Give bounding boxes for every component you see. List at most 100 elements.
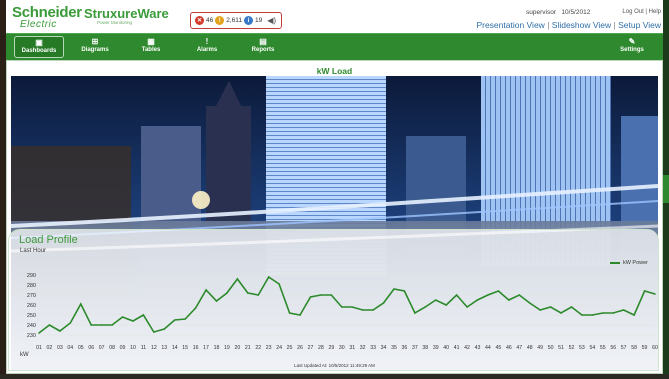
data-point[interactable]: [393, 288, 395, 290]
data-point[interactable]: [424, 306, 427, 308]
last-updated: Last Updated At: 10/5/2012 11:49:29 AM: [294, 363, 375, 368]
data-point[interactable]: [434, 299, 437, 301]
data-point[interactable]: [132, 320, 134, 322]
data-point[interactable]: [38, 332, 40, 334]
data-point[interactable]: [309, 296, 312, 298]
data-point[interactable]: [508, 299, 510, 301]
logout-link[interactable]: Log Out: [622, 9, 643, 15]
data-point[interactable]: [48, 324, 51, 326]
alarm-summary[interactable]: ✕ 46 ! 2,611 i 19 ◀): [190, 12, 282, 29]
data-point[interactable]: [100, 324, 103, 326]
sound-icon[interactable]: ◀): [267, 16, 276, 25]
x-tick-label: 05: [78, 345, 84, 351]
data-point[interactable]: [299, 314, 301, 316]
critical-alarm-icon: ✕: [195, 16, 204, 25]
nav-tables[interactable]: ▦ Tables: [126, 36, 176, 58]
data-point[interactable]: [205, 289, 207, 291]
data-point[interactable]: [372, 309, 374, 311]
data-point[interactable]: [528, 302, 531, 304]
y-tick-label: 280: [27, 283, 36, 289]
nav-dashboards[interactable]: ▣ Dashboards: [14, 36, 64, 58]
data-point[interactable]: [382, 302, 385, 304]
nav-diagrams[interactable]: ⊞ Diagrams: [70, 36, 120, 58]
data-point[interactable]: [278, 283, 280, 285]
data-point[interactable]: [330, 294, 333, 296]
presentation-view-link[interactable]: Presentation View: [476, 20, 544, 30]
data-point[interactable]: [539, 309, 541, 311]
data-point[interactable]: [403, 290, 406, 292]
data-point[interactable]: [59, 330, 61, 332]
x-tick-label: 39: [433, 345, 439, 351]
data-point[interactable]: [466, 306, 468, 308]
data-point[interactable]: [476, 299, 479, 301]
data-point[interactable]: [142, 314, 145, 316]
data-point[interactable]: [111, 324, 113, 326]
data-point[interactable]: [173, 319, 176, 321]
data-point[interactable]: [487, 294, 489, 296]
product-subtitle: Power Monitoring: [97, 20, 133, 25]
data-point[interactable]: [215, 300, 218, 302]
data-point[interactable]: [633, 314, 635, 316]
product-name: StruxureWare: [84, 6, 169, 21]
x-tick-label: 54: [589, 345, 595, 351]
data-point[interactable]: [654, 293, 656, 295]
data-point[interactable]: [570, 306, 573, 308]
data-point[interactable]: [340, 306, 343, 308]
help-link[interactable]: Help: [649, 9, 661, 15]
nav-label: Reports: [251, 47, 275, 53]
critical-alarm-count: 46: [206, 17, 214, 24]
data-point[interactable]: [497, 290, 500, 292]
data-point[interactable]: [351, 306, 354, 308]
x-tick-label: 09: [120, 345, 126, 351]
slideshow-view-link[interactable]: Slideshow View: [552, 20, 611, 30]
nav-settings[interactable]: ✎ Settings: [607, 36, 657, 58]
data-point[interactable]: [320, 294, 322, 296]
data-point[interactable]: [247, 292, 249, 294]
data-point[interactable]: [79, 303, 82, 305]
data-point[interactable]: [622, 309, 625, 311]
info-alarm-count: 19: [255, 17, 263, 24]
data-point[interactable]: [194, 307, 197, 309]
data-point[interactable]: [518, 294, 521, 296]
nav-alarms[interactable]: ! Alarms: [182, 36, 232, 58]
data-point[interactable]: [445, 304, 447, 306]
x-tick-label: 18: [214, 345, 220, 351]
data-point[interactable]: [267, 276, 270, 278]
data-point[interactable]: [121, 316, 124, 318]
data-point[interactable]: [643, 290, 646, 292]
x-tick-label: 43: [475, 345, 481, 351]
data-point[interactable]: [226, 292, 228, 294]
data-point[interactable]: [236, 278, 239, 280]
x-tick-label: 34: [381, 345, 387, 351]
x-tick-label: 08: [109, 345, 115, 351]
data-point[interactable]: [90, 324, 93, 326]
data-point[interactable]: [361, 309, 364, 311]
x-tick-label: 23: [266, 345, 272, 351]
nav-reports[interactable]: ▤ Reports: [238, 36, 288, 58]
x-tick-label: 49: [537, 345, 543, 351]
data-point[interactable]: [163, 328, 166, 330]
x-tick-label: 13: [161, 345, 167, 351]
data-point[interactable]: [153, 331, 155, 333]
data-point[interactable]: [69, 322, 72, 324]
data-point[interactable]: [257, 294, 260, 296]
data-point[interactable]: [560, 312, 562, 314]
x-tick-label: 51: [558, 345, 564, 351]
x-tick-label: 36: [402, 345, 408, 351]
data-point[interactable]: [591, 314, 594, 316]
data-point[interactable]: [601, 312, 604, 314]
data-point[interactable]: [612, 312, 615, 314]
setup-view-link[interactable]: Setup View: [618, 20, 661, 30]
data-point[interactable]: [414, 312, 416, 314]
data-point[interactable]: [581, 314, 583, 316]
data-point[interactable]: [288, 312, 291, 314]
data-point[interactable]: [549, 306, 552, 308]
x-tick-label: 25: [287, 345, 293, 351]
data-point[interactable]: [184, 318, 186, 320]
x-tick-label: 33: [370, 345, 376, 351]
y-tick-label: 260: [27, 303, 36, 309]
warning-alarm-count: 2,611: [226, 17, 243, 24]
diagrams-icon: ⊞: [91, 37, 99, 46]
data-point[interactable]: [455, 294, 458, 296]
side-tab[interactable]: [663, 175, 669, 203]
